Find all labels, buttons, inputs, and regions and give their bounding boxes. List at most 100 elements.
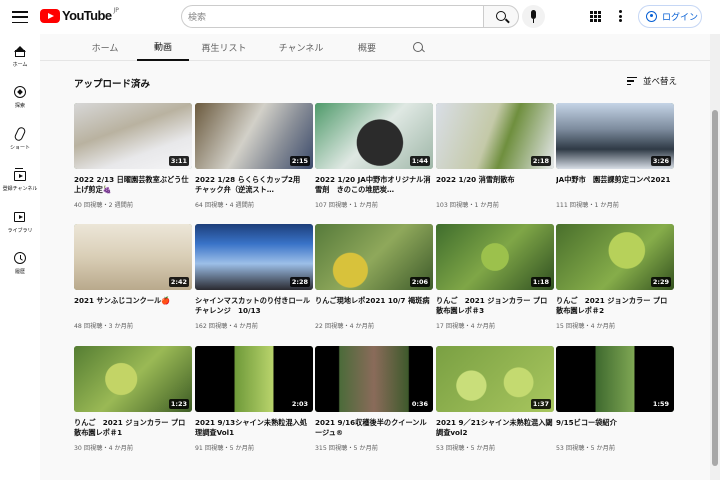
scrollbar-thumb[interactable] (712, 110, 718, 466)
search-input[interactable]: 検索 (181, 5, 483, 28)
video-card[interactable]: 2:03 2021 9/13シャイン未熟粒混入処理調査Vol1 91 回視聴・5 か… (195, 346, 313, 454)
video-title[interactable]: シャインマスカットのり付きロール チャレンジ 10/13 (195, 296, 313, 316)
video-thumbnail[interactable]: 1:44 (315, 103, 433, 169)
video-card[interactable]: 2:28 シャインマスカットのり付きロール チャレンジ 10/13 162 回視聴・… (195, 224, 313, 332)
shorts-icon (13, 125, 27, 143)
video-title[interactable]: 2021 サンふじコンクール🍎 (74, 296, 192, 316)
video-thumbnail[interactable]: 2:18 (436, 103, 554, 169)
video-title[interactable]: 2021 9/16収穫後半のクイーンルージュ® (315, 418, 433, 438)
video-title[interactable]: りんご 2021 ジョンカラー プロ散布園レポ＃3 (436, 296, 554, 316)
user-icon (646, 11, 657, 22)
video-thumbnail[interactable]: 2:15 (195, 103, 313, 169)
video-meta: 53 回視聴・5 か月前 (556, 445, 616, 452)
video-duration: 1:59 (650, 399, 671, 409)
video-card[interactable]: 1:23 りんご 2021 ジョンカラー プロ散布園レポ＃1 30 回視聴・4 か月… (74, 346, 192, 454)
menu-icon[interactable] (12, 9, 28, 25)
video-card[interactable]: 1:37 2021 9／21シャイン未熟粒混入閾調査vol2 53 回視聴・5 か月… (436, 346, 554, 454)
video-card[interactable]: 1:18 りんご 2021 ジョンカラー プロ散布園レポ＃3 17 回視聴・4 か月… (436, 224, 554, 332)
library-icon (13, 210, 27, 224)
video-thumbnail[interactable]: 1:59 (556, 346, 674, 412)
tab-channels[interactable]: チャンネル (265, 34, 337, 61)
video-thumbnail[interactable]: 3:26 (556, 103, 674, 169)
channel-tabs: ホーム 動画 再生リスト チャンネル 概要 (40, 34, 710, 61)
sidebar-item-home[interactable]: ホーム (0, 44, 40, 68)
sidebar-item-history[interactable]: 履歴 (0, 251, 40, 275)
video-thumbnail[interactable]: 1:37 (436, 346, 554, 412)
tab-videos[interactable]: 動画 (137, 34, 189, 61)
video-title[interactable]: りんご 2021 ジョンカラー プロ散布園レポ＃1 (74, 418, 192, 438)
apps-grid-icon[interactable] (590, 11, 601, 22)
settings-menu-icon[interactable] (619, 10, 622, 22)
video-title[interactable]: りんご現地レポ2021 10/7 褐斑病 (315, 296, 433, 316)
video-thumbnail[interactable]: 0:36 (315, 346, 433, 412)
video-title[interactable]: 2022 2/13 日曜園芸教室ぶどう仕上げ剪定🍇 (74, 175, 192, 195)
video-meta: 107 回視聴・1 か月前 (315, 202, 378, 209)
sidebar-item-label: 履歴 (14, 269, 25, 275)
video-duration: 2:28 (289, 277, 310, 287)
voice-search-icon[interactable] (522, 5, 545, 28)
video-title[interactable]: 9/15ビコー袋紹介 (556, 418, 674, 438)
video-card[interactable]: 2:15 2022 1/28 らくらくカップ2用 チャック弁（逆流スト… 64 回視… (195, 103, 313, 211)
sidebar-item-label: 登録チャンネル (2, 186, 38, 192)
sidebar-item-label: ホーム (12, 62, 28, 68)
video-title[interactable]: 2022 1/20 消雪剤散布 (436, 175, 554, 195)
sidebar-item-library[interactable]: ライブラリ (0, 210, 40, 234)
video-thumbnail[interactable]: 2:28 (195, 224, 313, 290)
video-card[interactable]: 1:44 2022 1/20 JA中野市オリジナル消雪剤 きのこの堆肥炭… 107 … (315, 103, 433, 211)
tab-about[interactable]: 概要 (340, 34, 394, 61)
login-button[interactable]: ログイン (638, 5, 702, 28)
video-thumbnail[interactable]: 2:29 (556, 224, 674, 290)
login-label: ログイン (662, 13, 699, 23)
video-meta: 22 回視聴・4 か月前 (315, 323, 375, 330)
video-thumbnail[interactable]: 1:23 (74, 346, 192, 412)
video-title[interactable]: りんご 2021 ジョンカラー プロ散布園レポ＃2 (556, 296, 674, 316)
video-card[interactable]: 2:06 りんご現地レポ2021 10/7 褐斑病 22 回視聴・4 か月前 (315, 224, 433, 332)
video-title[interactable]: 2021 9／21シャイン未熟粒混入閾調査vol2 (436, 418, 554, 438)
sidebar: ホーム 探索 ショート 登録チャンネル ライブラリ 履歴 (0, 34, 40, 480)
explore-icon (13, 85, 27, 99)
video-title[interactable]: 2021 9/13シャイン未熟粒混入処理調査Vol1 (195, 418, 313, 438)
video-card[interactable]: 3:11 2022 2/13 日曜園芸教室ぶどう仕上げ剪定🍇 40 回視聴・2 週間… (74, 103, 192, 211)
sidebar-item-explore[interactable]: 探索 (0, 85, 40, 109)
video-duration: 3:11 (168, 156, 189, 166)
video-card[interactable]: 2:29 りんご 2021 ジョンカラー プロ散布園レポ＃2 15 回視聴・4 か月… (556, 224, 674, 332)
search-button[interactable] (483, 5, 519, 28)
video-meta: 30 回視聴・4 か月前 (74, 445, 134, 452)
scrollbar[interactable] (710, 34, 720, 480)
video-title[interactable]: JA中野市 園芸課剪定コンペ2021 (556, 175, 674, 195)
youtube-logo[interactable]: YouTube JP (40, 7, 119, 23)
video-title[interactable]: 2022 1/20 JA中野市オリジナル消雪剤 きのこの堆肥炭… (315, 175, 433, 195)
video-card[interactable]: 2:18 2022 1/20 消雪剤散布 103 回視聴・1 か月前 (436, 103, 554, 211)
video-thumbnail[interactable]: 2:06 (315, 224, 433, 290)
masthead: YouTube JP 検索 ログイン (0, 0, 720, 34)
video-meta: 111 回視聴・1 か月前 (556, 202, 619, 209)
video-card[interactable]: 0:36 2021 9/16収穫後半のクイーンルージュ® 315 回視聴・5 か月前 (315, 346, 433, 454)
video-thumbnail[interactable]: 3:11 (74, 103, 192, 169)
video-duration: 1:23 (168, 399, 189, 409)
video-card[interactable]: 3:26 JA中野市 園芸課剪定コンペ2021 111 回視聴・1 か月前 (556, 103, 674, 211)
video-thumbnail[interactable]: 2:42 (74, 224, 192, 290)
video-card[interactable]: 1:59 9/15ビコー袋紹介 53 回視聴・5 か月前 (556, 346, 674, 454)
youtube-play-icon (40, 9, 60, 23)
tab-playlists[interactable]: 再生リスト (189, 34, 259, 61)
sidebar-item-label: ライブラリ (7, 228, 33, 234)
search-icon (496, 11, 506, 21)
sidebar-item-shorts[interactable]: ショート (0, 125, 40, 151)
video-meta: 91 回視聴・5 か月前 (195, 445, 255, 452)
sidebar-item-label: ショート (9, 145, 30, 151)
video-thumbnail[interactable]: 1:18 (436, 224, 554, 290)
video-duration: 3:26 (650, 156, 671, 166)
video-card[interactable]: 2:42 2021 サンふじコンクール🍎 48 回視聴・3 か月前 (74, 224, 192, 332)
video-duration: 1:44 (409, 156, 430, 166)
home-icon (13, 44, 27, 58)
tab-home[interactable]: ホーム (73, 34, 137, 61)
video-meta: 64 回視聴・4 週間前 (195, 202, 255, 209)
video-meta: 17 回視聴・4 か月前 (436, 323, 496, 330)
sidebar-item-subscriptions[interactable]: 登録チャンネル (0, 168, 40, 192)
channel-search-icon[interactable] (413, 42, 423, 52)
video-meta: 53 回視聴・5 か月前 (436, 445, 496, 452)
video-title[interactable]: 2022 1/28 らくらくカップ2用 チャック弁（逆流スト… (195, 175, 313, 195)
sidebar-item-label: 探索 (14, 103, 25, 109)
video-thumbnail[interactable]: 2:03 (195, 346, 313, 412)
sort-button[interactable]: 並べ替え (627, 75, 677, 87)
